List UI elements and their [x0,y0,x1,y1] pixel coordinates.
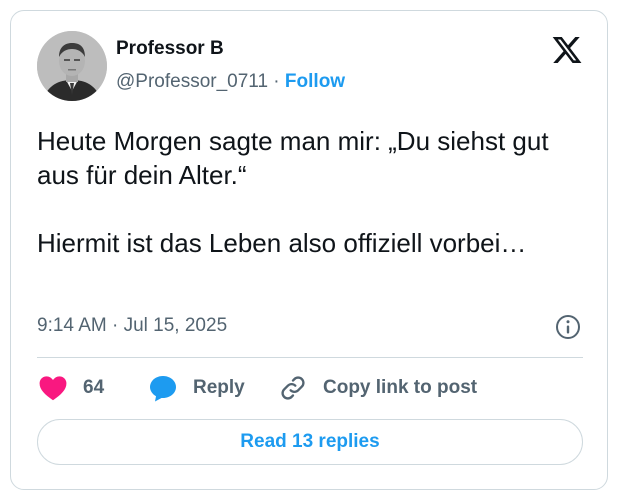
tweet-paragraph: Hiermit ist das Leben also offiziell vor… [37,228,527,258]
tweet-date: Jul 15, 2025 [123,315,228,336]
follow-button[interactable]: Follow [285,71,345,92]
tweet-time: 9:14 AM [37,315,107,336]
speech-bubble-icon [149,375,177,402]
copy-link-button[interactable]: Copy link to post [279,373,477,403]
author-handle-row: @Professor_0711 · Follow [116,70,345,94]
handle-separator: · [268,71,285,92]
info-icon[interactable] [555,314,581,340]
avatar-photo [37,31,107,101]
tweet-card: Professor B @Professor_0711 · Follow Heu… [10,10,608,490]
reply-label: Reply [193,377,245,398]
link-icon [279,374,307,402]
tweet-paragraph: Heute Morgen sagte man mir: „Du siehst g… [37,126,549,190]
author-handle[interactable]: @Professor_0711 [116,71,268,92]
avatar[interactable] [37,31,107,101]
like-button[interactable]: 64 [39,373,104,403]
read-replies-button[interactable]: Read 13 replies [37,419,583,465]
date-separator: · [106,315,124,336]
tweet-timestamp[interactable]: 9:14 AM · Jul 15, 2025 [37,314,227,338]
divider [37,357,583,358]
heart-icon [39,375,67,401]
like-count: 64 [83,377,105,398]
x-logo-icon[interactable] [550,34,584,66]
author-name[interactable]: Professor B [116,37,224,61]
copy-link-label: Copy link to post [323,377,478,398]
reply-button[interactable]: Reply [149,373,245,403]
tweet-text: Heute Morgen sagte man mir: „Du siehst g… [37,124,592,260]
